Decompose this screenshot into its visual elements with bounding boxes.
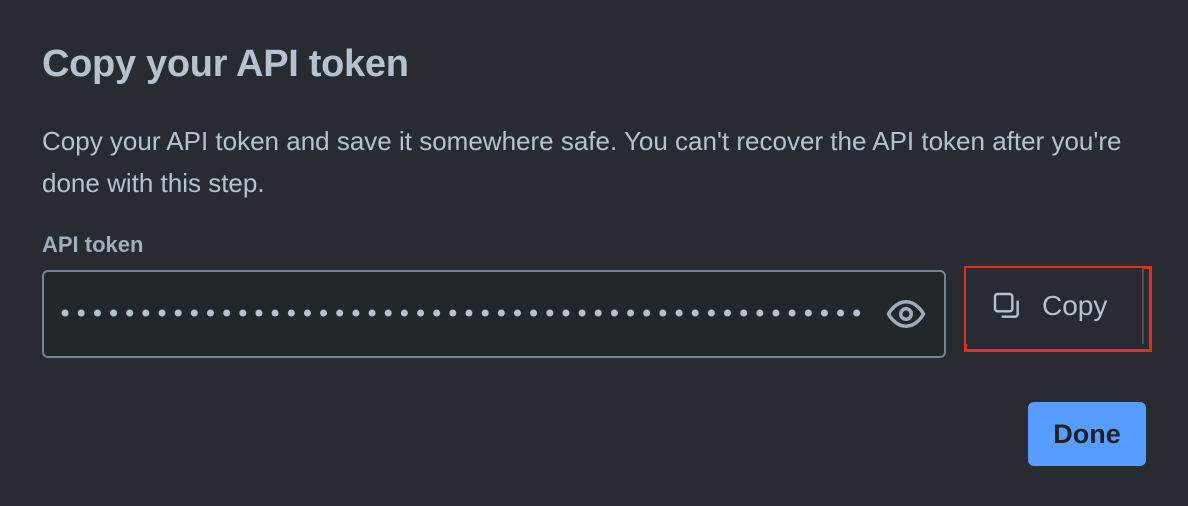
eye-icon[interactable] [884,292,928,336]
api-token-dialog: Copy your API token Copy your API token … [0,0,1188,506]
dialog-description: Copy your API token and save it somewher… [42,126,1122,198]
api-token-label: API token [42,232,144,257]
dialog-title: Copy your API token [42,43,409,85]
api-token-input[interactable] [58,272,868,356]
done-button[interactable]: Done [1028,402,1146,466]
copy-button[interactable]: Copy [966,268,1144,344]
api-token-field [42,270,946,358]
copy-icon [990,289,1024,323]
copy-button-label: Copy [1042,290,1108,321]
